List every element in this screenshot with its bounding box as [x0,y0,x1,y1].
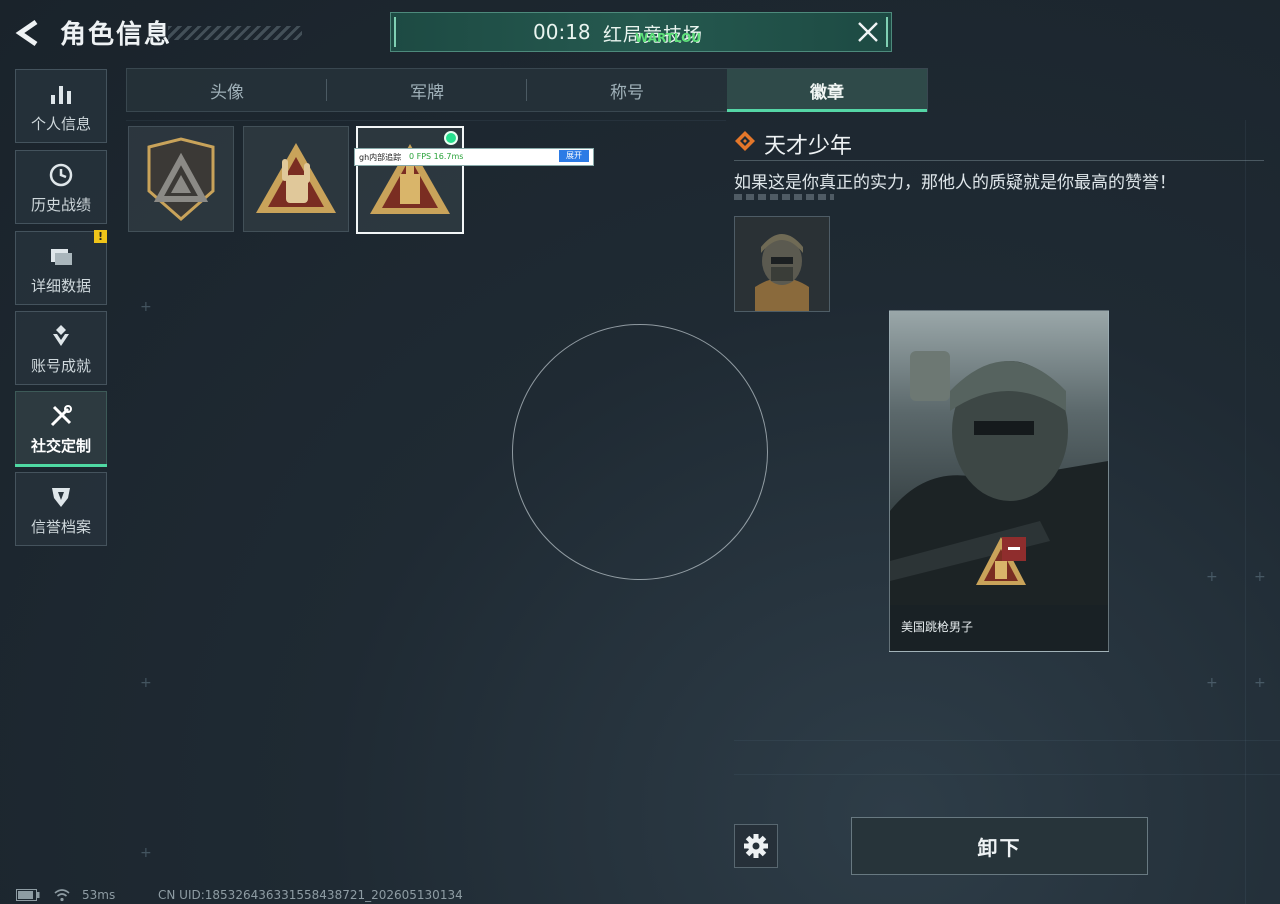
user-uid: CN UID:185326436331558438721_20260513013… [158,888,463,902]
joystick-ring[interactable] [512,324,768,580]
credit-shield-icon [52,488,70,507]
bar-chart-icon [51,86,71,104]
divider [734,160,1264,161]
badge-description: 如果这是你真正的实力，那他人的质疑就是你最高的赞誉！ [734,173,1176,193]
sidebar-item-label: 账号成就 [30,357,91,375]
unequip-button[interactable]: 卸下 [851,817,1148,875]
battery-icon [16,889,40,901]
unequip-label: 卸下 [977,835,1022,860]
badge-item[interactable] [128,126,234,232]
tab-badge[interactable]: 徽章 [727,69,927,112]
avatar[interactable] [734,216,830,312]
sidebar-item-profile[interactable]: 个人信息 [15,69,107,143]
wifi-icon [54,889,70,902]
achievement-icon [53,325,69,346]
sidebar-item-social-custom[interactable]: 社交定制 [15,391,107,467]
page-title: 角色信息 [60,20,173,50]
badge-rank-icon [734,130,756,152]
sidebar-item-achievements[interactable]: 账号成就 [15,311,107,385]
badge-item-selected[interactable] [356,126,464,234]
match-status-banner: 00:18 红局竞技场 WARTLOU [390,12,892,52]
perf-fps: 0 FPS 16.7ms [409,152,464,161]
remove-badge-button[interactable] [1002,537,1026,561]
sidebar-item-label: 信誉档案 [30,518,91,536]
sidebar-item-history[interactable]: 历史战绩 [15,150,107,224]
shield-triangle-badge-icon [147,137,215,221]
settings-button[interactable] [734,824,778,868]
ping-value: 53ms [82,888,116,902]
hand-sign-badge-icon [256,143,336,213]
sidebar-item-label: 个人信息 [30,115,91,133]
match-sub-label: WARTLOU [635,31,702,45]
gear-icon [744,834,768,858]
tab-avatar[interactable]: 头像 [127,69,327,111]
sidebar-item-label: 详细数据 [30,277,91,295]
sidebar-item-credit[interactable]: 信誉档案 [15,472,107,546]
back-arrow-icon[interactable] [14,18,44,48]
perf-expand-button[interactable]: 展开 [559,150,589,162]
character-preview-card: 美国跳枪男子 [889,310,1109,652]
tab-title[interactable]: 称号 [527,69,727,111]
equipped-indicator [444,131,458,145]
perf-overlay: gh内部追踪 0 FPS 16.7ms 展开 [354,148,594,166]
sidebar-item-label: 社交定制 [30,437,91,455]
history-clock-icon [49,163,73,187]
close-icon[interactable] [855,19,881,45]
badge-item[interactable] [243,126,349,232]
obtained-info-blurred [734,194,834,200]
badge-name: 天才少年 [764,134,853,159]
sidebar-item-label: 历史战绩 [30,196,91,214]
folder-data-icon [51,249,72,265]
perf-label: gh内部追踪 [359,153,402,162]
category-tabs: 头像 军牌 称号 徽章 [126,68,928,112]
preview-character-name: 美国跳枪男子 [901,620,974,634]
alert-badge: ! [94,230,107,243]
tab-dogtag[interactable]: 军牌 [327,69,527,111]
match-timer: 00:18 [533,20,591,44]
sidebar-item-details[interactable]: 详细数据 ! [15,230,107,305]
tools-icon [50,405,72,427]
title-decoration [168,26,302,40]
